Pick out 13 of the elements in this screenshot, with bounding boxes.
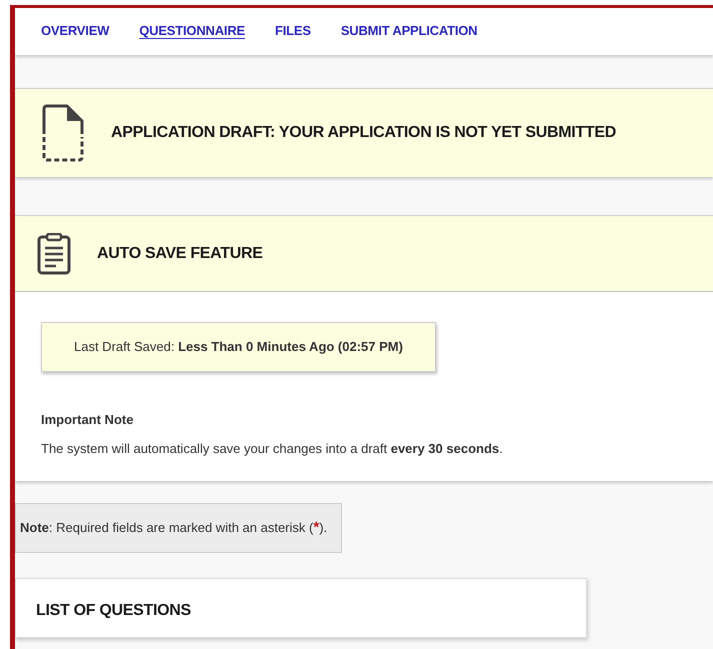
last-saved-status: Last Draft Saved: Less Than 0 Minutes Ago (02:57 PM) [41,322,436,372]
document-icon [41,104,85,162]
note-heading: Important Note [41,410,134,429]
nav-tab[interactable]: OVERVIEW [41,18,110,44]
banner-title: APPLICATION DRAFT: YOUR APPLICATION IS NOT YET SUBMITTED [111,123,616,143]
nav-tab[interactable]: QUESTIONNAIRE [139,18,245,44]
nav-tab[interactable]: SUBMIT APPLICATION [340,18,478,44]
panel-title: AUTO SAVE FEATURE [97,244,263,264]
nav-tab[interactable]: FILES [274,18,311,44]
required-fields-note: Note: Required fields are marked with an asterisk (*). [15,502,342,553]
note-text: The system will automatically save your changes into a draft every 30 seconds. [41,440,504,458]
clipboard-icon [37,232,71,274]
card-title: LIST OF QUESTIONS [36,602,191,619]
